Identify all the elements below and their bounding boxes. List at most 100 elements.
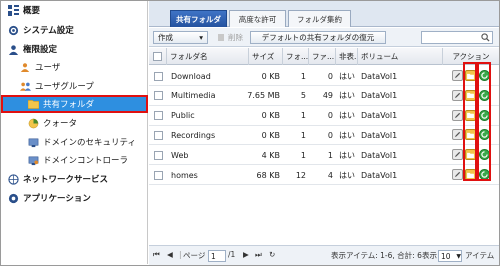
page-total: /1 [228, 250, 236, 259]
user-group-icon [19, 80, 31, 92]
row-checkbox[interactable] [154, 66, 164, 86]
row-checkbox[interactable] [154, 125, 164, 145]
edit-properties-icon[interactable] [452, 129, 463, 141]
table-row[interactable]: Multimedia 7.65 MB 5 49 はい DataVol1 [149, 86, 499, 106]
hidden-value: はい [339, 170, 355, 180]
sidebar-item-overview[interactable]: 概要 [1, 1, 148, 19]
per-page-select[interactable]: 10 ▼ [438, 250, 462, 262]
sidebar-item-label: ドメインのセキュリティ [43, 138, 136, 148]
file-count: 0 [327, 71, 333, 81]
sidebar: 概要 システム設定 権限設定 ユーザ ユーザグループ 共有フォルダ クォータ ド… [1, 1, 148, 264]
table-row[interactable]: homes 68 KB 12 4 はい DataVol1 [149, 165, 499, 185]
column-files[interactable]: ファ... [309, 48, 336, 65]
file-count: 0 [327, 111, 333, 121]
column-volume[interactable]: ボリューム [358, 48, 443, 65]
domain-controller-icon [27, 154, 39, 166]
tab-shared-folders[interactable]: 共有フォルダ [170, 10, 227, 27]
file-count: 4 [327, 170, 333, 180]
highlight-box [477, 62, 491, 181]
row-checkbox[interactable] [154, 165, 164, 185]
last-page-button[interactable]: ⏭ [255, 250, 262, 260]
gear-icon [7, 24, 19, 36]
folder-size: 4 KB [261, 150, 280, 160]
create-button[interactable]: 作成 ▾ [153, 31, 208, 44]
table-row[interactable]: Public 0 KB 1 0 はい DataVol1 [149, 106, 499, 126]
sidebar-item-domain-controller[interactable]: ドメインコントローラ [1, 151, 148, 169]
delete-icon [217, 33, 225, 43]
sidebar-item-network-services[interactable]: ネットワークサービス [1, 170, 148, 188]
edit-properties-icon[interactable] [452, 89, 463, 101]
edit-properties-icon[interactable] [452, 169, 463, 180]
sidebar-item-applications[interactable]: アプリケーション [1, 189, 148, 207]
tab-folder-aggregation[interactable]: フォルダ集約 [288, 10, 351, 27]
hidden-value: はい [339, 150, 355, 160]
volume-value: DataVol1 [361, 150, 398, 160]
table-row[interactable]: Web 4 KB 1 1 はい DataVol1 [149, 145, 499, 166]
folder-icon [27, 98, 39, 110]
folder-name: Download [171, 71, 211, 81]
sidebar-item-quota[interactable]: クォータ [1, 114, 148, 132]
folder-name: Recordings [171, 130, 216, 140]
highlight-box [463, 62, 477, 181]
sidebar-item-shared-folders[interactable]: 共有フォルダ [1, 95, 148, 113]
delete-button[interactable]: 削除 [213, 31, 247, 44]
sidebar-item-label: ユーザ [35, 63, 61, 73]
folder-count: 1 [300, 130, 306, 140]
edit-properties-icon[interactable] [452, 70, 463, 81]
sidebar-item-domain-security[interactable]: ドメインのセキュリティ [1, 133, 148, 151]
overview-icon [7, 4, 19, 16]
sidebar-item-system-settings[interactable]: システム設定 [1, 21, 148, 39]
table-row[interactable]: Recordings 0 KB 1 0 はい DataVol1 [149, 125, 499, 146]
edit-properties-icon[interactable] [452, 149, 463, 161]
folder-size: 0 KB [261, 71, 280, 81]
sidebar-item-label: ドメインコントローラ [43, 156, 129, 166]
sidebar-item-user-groups[interactable]: ユーザグループ [1, 77, 148, 95]
folder-name: homes [171, 170, 198, 180]
hidden-value: はい [339, 91, 355, 101]
first-page-button[interactable]: ⏮ [153, 250, 160, 260]
row-checkbox[interactable] [154, 145, 164, 165]
network-icon [7, 173, 19, 185]
search-input[interactable] [421, 31, 493, 44]
folder-count: 5 [300, 91, 306, 101]
tab-advanced-permissions[interactable]: 高度な許可 [229, 10, 286, 27]
table-row[interactable]: Download 0 KB 1 0 はい DataVol1 [149, 66, 499, 86]
edit-properties-icon[interactable] [452, 109, 463, 121]
column-folders[interactable]: フォ... [283, 48, 309, 65]
prev-page-button[interactable]: ◀ [167, 250, 173, 259]
sidebar-item-label: ネットワークサービス [23, 175, 109, 185]
folder-size: 7.65 MB [247, 91, 280, 101]
folder-name: Web [171, 150, 189, 160]
chevron-down-icon: ▾ [199, 33, 203, 42]
file-count: 0 [327, 130, 333, 140]
column-size[interactable]: サイズ [249, 48, 283, 65]
folder-size: 68 KB [256, 170, 280, 180]
sidebar-item-users[interactable]: ユーザ [1, 58, 148, 76]
folder-count: 12 [295, 170, 306, 180]
folder-count: 1 [300, 71, 306, 81]
sidebar-item-label: ユーザグループ [35, 82, 94, 92]
refresh-icon[interactable]: ↻ [269, 250, 275, 259]
search-icon[interactable] [481, 33, 490, 45]
sidebar-item-label: 概要 [23, 6, 41, 16]
row-checkbox[interactable] [154, 86, 164, 106]
page-number-input[interactable]: 1 [208, 250, 226, 262]
restore-label: デフォルトの共有フォルダの復元 [261, 33, 375, 42]
main-panel: 共有フォルダ 高度な許可 フォルダ集約 作成 ▾ 削除 デフォルトの共有フォルダ… [149, 1, 499, 265]
sidebar-item-privilege-settings[interactable]: 権限設定 [1, 40, 148, 58]
volume-value: DataVol1 [361, 170, 398, 180]
folder-size: 0 KB [261, 111, 280, 121]
row-checkbox[interactable] [154, 106, 164, 126]
domain-security-icon [27, 136, 39, 148]
select-all-checkbox[interactable] [149, 48, 167, 65]
column-hidden[interactable]: 非表... [336, 48, 358, 65]
create-label: 作成 [158, 33, 173, 42]
sidebar-item-label: 権限設定 [23, 45, 58, 55]
volume-value: DataVol1 [361, 111, 398, 121]
next-page-button[interactable]: ▶ [243, 250, 249, 259]
file-count: 49 [322, 91, 333, 101]
items-unit: アイテム [465, 251, 495, 260]
column-folder-name[interactable]: フォルダ名 [167, 48, 249, 65]
restore-default-shares-button[interactable]: デフォルトの共有フォルダの復元 [250, 31, 386, 44]
page-label: ページ [183, 251, 206, 260]
